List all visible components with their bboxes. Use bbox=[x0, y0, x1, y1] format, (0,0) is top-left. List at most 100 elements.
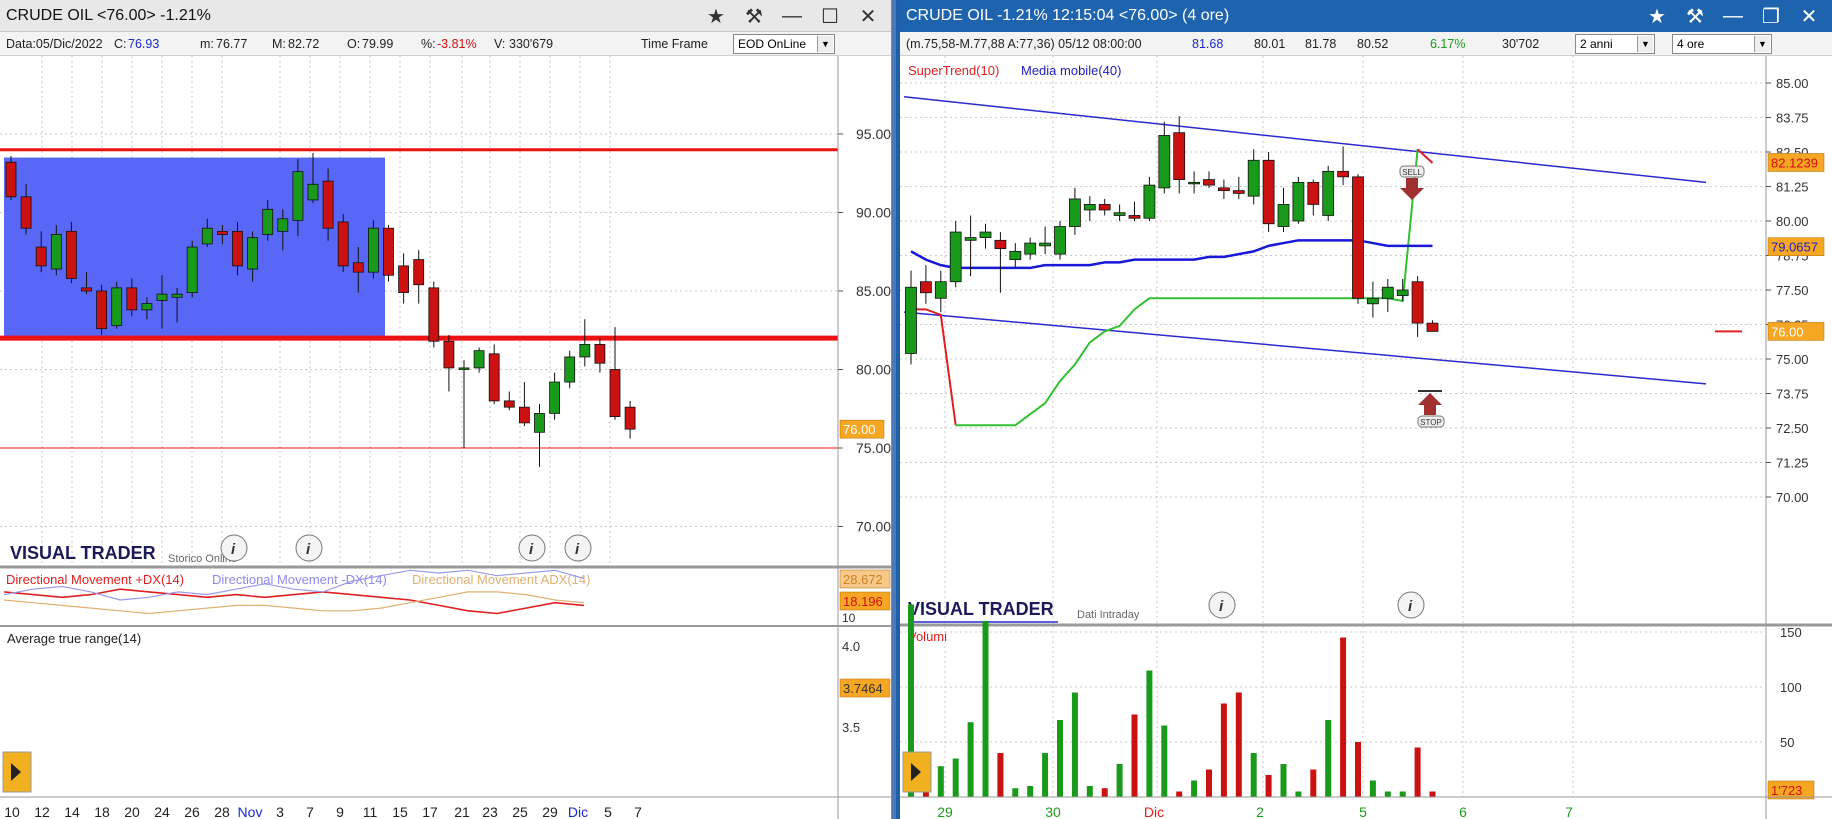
sell-arrow-icon bbox=[1400, 178, 1424, 200]
price-axis-label: 81.25 bbox=[1776, 180, 1809, 195]
daily-candle bbox=[292, 171, 304, 221]
interval-select[interactable]: 4 ore ▼ bbox=[1672, 34, 1772, 54]
daily-candle bbox=[594, 343, 606, 364]
price-axis-label: 80.00 bbox=[856, 362, 891, 378]
stop-arrow-icon bbox=[1418, 393, 1442, 415]
minimize-icon[interactable]: — bbox=[773, 0, 811, 32]
star-icon[interactable]: ★ bbox=[697, 0, 735, 32]
moving-average-legend: Media mobile(40) bbox=[1021, 63, 1121, 78]
x-axis-label: 5 bbox=[1359, 804, 1367, 819]
price-axis-label: 95.00 bbox=[856, 126, 891, 142]
daily-chart-title: CRUDE OIL <76.00> -1.21% bbox=[6, 6, 211, 24]
chevron-down-icon[interactable]: ▼ bbox=[1754, 36, 1770, 52]
daily-price-chart[interactable]: 95.00 90.00 85.00 80.00 75.00 70.00 76.00 VISUA… bbox=[0, 56, 891, 819]
daily-info-bar: Data:05/Dic/2022 C: 76.93 m: 76.77 M: 82… bbox=[0, 32, 891, 56]
daily-candle bbox=[398, 265, 410, 293]
daily-candle bbox=[534, 413, 545, 433]
info-open: 79.99 bbox=[362, 37, 394, 51]
x-axis-label: 14 bbox=[64, 804, 80, 819]
star-icon[interactable]: ★ bbox=[1638, 0, 1676, 32]
intraday-candle bbox=[1024, 242, 1037, 255]
intraday-price-chart[interactable]: SuperTrend(10) Media mobile(40) SELL STOP 85… bbox=[900, 56, 1832, 819]
sell-marker-label: SELL bbox=[1402, 168, 1422, 177]
maximize-icon[interactable]: ☐ bbox=[811, 0, 849, 32]
intraday-chart-window[interactable]: CRUDE OIL -1.21% 12:15:04 <76.00> (4 ore… bbox=[896, 0, 1832, 819]
daily-candle bbox=[549, 381, 560, 414]
x-axis-label: 2 bbox=[1256, 804, 1264, 819]
close-icon[interactable]: ✕ bbox=[1790, 0, 1828, 32]
volume-bar bbox=[1384, 791, 1391, 797]
intraday-candle bbox=[1083, 204, 1096, 211]
daily-candle bbox=[262, 208, 274, 235]
daily-candle bbox=[20, 196, 32, 229]
close-icon[interactable]: ✕ bbox=[849, 0, 887, 32]
info-volume: 330'679 bbox=[509, 37, 554, 51]
tools-icon[interactable]: ⚒ bbox=[735, 0, 773, 32]
x-axis-label: 10 bbox=[4, 804, 20, 819]
chevron-down-icon[interactable]: ▼ bbox=[1637, 36, 1653, 52]
volume-bar bbox=[1399, 791, 1406, 797]
intraday-candle bbox=[1173, 132, 1186, 180]
restore-icon[interactable]: ❐ bbox=[1752, 0, 1790, 32]
intraday-candle bbox=[905, 286, 917, 354]
tools-icon[interactable]: ⚒ bbox=[1676, 0, 1714, 32]
intraday-candle bbox=[1366, 297, 1379, 305]
volume-bar bbox=[1414, 747, 1421, 797]
x-axis-label: Nov bbox=[238, 804, 263, 819]
price-axis-label: 71.25 bbox=[1776, 456, 1809, 471]
intraday-candle bbox=[1098, 204, 1111, 211]
period-select[interactable]: 2 anni ▼ bbox=[1575, 34, 1655, 54]
volume-bar bbox=[1310, 769, 1317, 797]
volume-bar bbox=[1042, 753, 1049, 797]
minimize-icon[interactable]: — bbox=[1714, 0, 1752, 32]
intraday-candle bbox=[1158, 135, 1171, 189]
x-axis-label: 21 bbox=[454, 804, 470, 819]
intraday-candle bbox=[949, 231, 962, 283]
intraday-candle bbox=[1128, 215, 1141, 219]
info-date: Data:05/Dic/2022 bbox=[6, 37, 103, 51]
intraday-chart-titlebar[interactable]: CRUDE OIL -1.21% 12:15:04 <76.00> (4 ore… bbox=[900, 0, 1832, 32]
volume-bar bbox=[1369, 780, 1376, 797]
daily-chart-window[interactable]: CRUDE OIL <76.00> -1.21% ★ ⚒ — ☐ ✕ Data:… bbox=[0, 0, 892, 819]
intraday-candle bbox=[994, 239, 1007, 250]
daily-candle bbox=[413, 259, 425, 286]
x-axis-label: 7 bbox=[306, 804, 314, 819]
x-axis-label: 30 bbox=[1045, 804, 1061, 819]
price-axis-label: 73.75 bbox=[1776, 387, 1809, 402]
chevron-down-icon[interactable]: ▼ bbox=[817, 36, 833, 52]
supertrend-badge: 82.1239 bbox=[1771, 155, 1818, 170]
price-axis-label: 85.00 bbox=[856, 283, 891, 299]
x-axis-label: 29 bbox=[542, 804, 558, 819]
intraday-candle bbox=[934, 281, 947, 299]
supertrend-line-red bbox=[911, 308, 957, 426]
volume-bar bbox=[982, 621, 989, 797]
daily-chart-titlebar[interactable]: CRUDE OIL <76.00> -1.21% ★ ⚒ — ☐ ✕ bbox=[0, 0, 891, 32]
daily-candle bbox=[66, 230, 77, 279]
daily-candle bbox=[519, 406, 530, 424]
x-axis-label: 28 bbox=[214, 804, 230, 819]
volume-bar bbox=[1265, 775, 1272, 797]
daily-candle bbox=[201, 227, 213, 245]
volume-bar bbox=[937, 766, 944, 797]
x-axis-label: 25 bbox=[512, 804, 528, 819]
intraday-candle bbox=[1113, 212, 1126, 216]
intraday-candle bbox=[1426, 322, 1439, 332]
price-axis-label: 77.50 bbox=[1776, 283, 1809, 298]
daily-candle bbox=[352, 262, 364, 273]
daily-candle bbox=[247, 237, 259, 270]
price-axis-label: 80.00 bbox=[1776, 214, 1809, 229]
intraday-candle bbox=[1217, 187, 1230, 192]
timeframe-select[interactable]: EOD OnLine ▼ bbox=[733, 34, 835, 54]
intraday-candle bbox=[1322, 170, 1335, 216]
intraday-info-bar: (m.75,58-M.77,88 A:77,36) 05/12 08:00:00… bbox=[900, 32, 1832, 56]
daily-candle bbox=[186, 246, 198, 293]
x-axis-label: 20 bbox=[124, 804, 140, 819]
intraday-candle bbox=[1009, 250, 1022, 261]
price-axis-label: 75.00 bbox=[856, 440, 891, 456]
volume-bar bbox=[1071, 692, 1078, 797]
daily-candle bbox=[367, 227, 379, 273]
supertrend-legend: SuperTrend(10) bbox=[908, 63, 999, 78]
daily-candle bbox=[503, 400, 515, 408]
info-v3: 80.52 bbox=[1357, 37, 1389, 51]
intraday-candle bbox=[1292, 181, 1305, 222]
